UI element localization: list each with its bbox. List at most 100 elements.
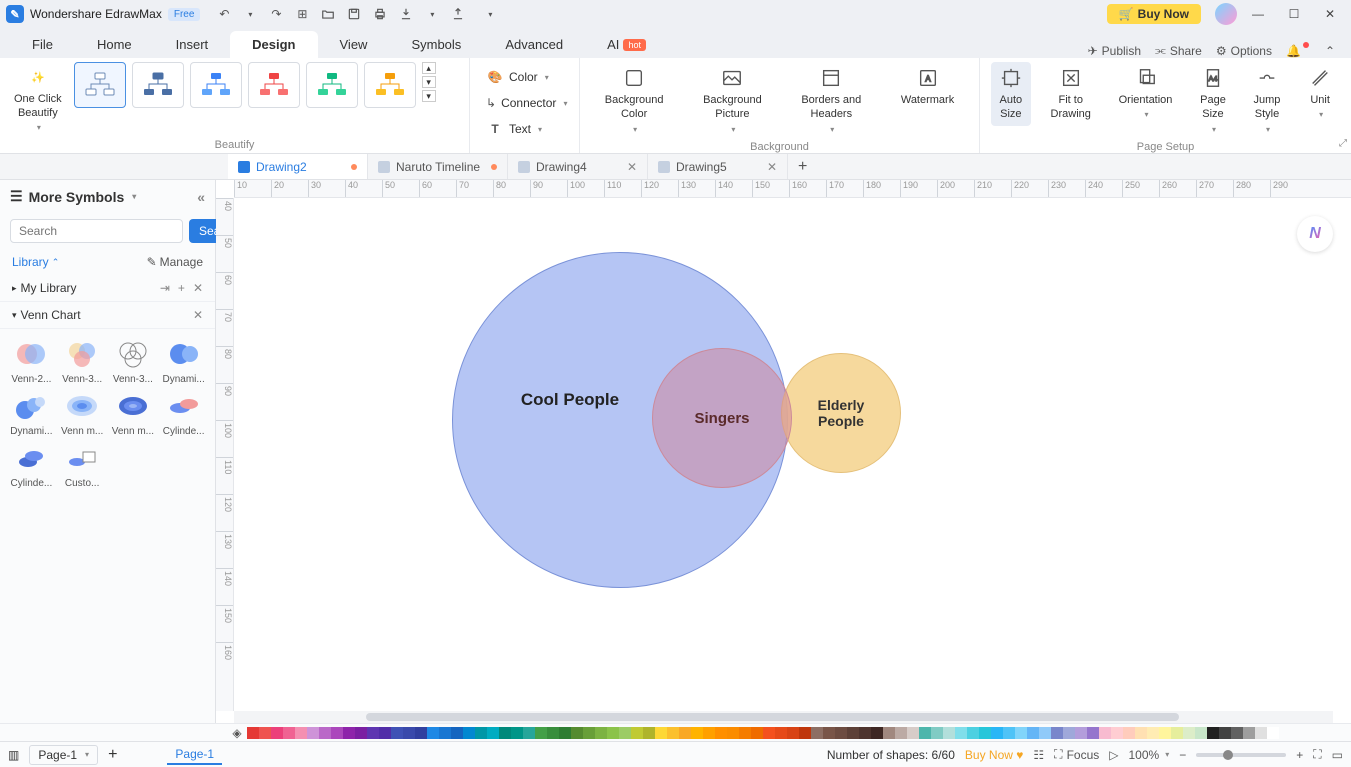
- venn-item-2[interactable]: Venn-3...: [59, 337, 106, 385]
- maximize-icon[interactable]: ☐: [1279, 3, 1309, 25]
- fit-page-icon[interactable]: ⛶: [1313, 747, 1321, 762]
- color-swatch[interactable]: [415, 727, 427, 739]
- color-swatch[interactable]: [1195, 727, 1207, 739]
- collapse-panel-icon[interactable]: «: [197, 189, 205, 205]
- color-swatch[interactable]: [1003, 727, 1015, 739]
- color-swatch[interactable]: [271, 727, 283, 739]
- color-swatch[interactable]: [883, 727, 895, 739]
- pages-icon[interactable]: ▥: [8, 748, 19, 762]
- color-swatch[interactable]: [1015, 727, 1027, 739]
- color-swatch[interactable]: [403, 727, 415, 739]
- collapse-ribbon-icon[interactable]: ⌃: [1325, 44, 1335, 58]
- theme-6[interactable]: [364, 62, 416, 108]
- buy-now-button[interactable]: 🛒Buy Now: [1107, 4, 1201, 24]
- orientation-button[interactable]: Orientation▾: [1111, 62, 1181, 125]
- close-tab-icon[interactable]: ✕: [627, 160, 637, 174]
- color-swatch[interactable]: [1159, 727, 1171, 739]
- color-swatch[interactable]: [1207, 727, 1219, 739]
- venn-item-5[interactable]: Dynami...: [8, 389, 55, 437]
- color-swatch[interactable]: [451, 727, 463, 739]
- color-swatch[interactable]: [739, 727, 751, 739]
- zoom-slider[interactable]: [1196, 753, 1286, 757]
- color-swatch[interactable]: [655, 727, 667, 739]
- color-swatch[interactable]: [1111, 727, 1123, 739]
- theme-next-icon[interactable]: ▾: [422, 76, 436, 88]
- zoom-level[interactable]: 100%▾: [1129, 748, 1170, 762]
- color-swatch[interactable]: [1231, 727, 1243, 739]
- color-swatch[interactable]: [1027, 727, 1039, 739]
- color-swatch[interactable]: [727, 727, 739, 739]
- color-swatch[interactable]: [1243, 727, 1255, 739]
- venn-item-1[interactable]: Venn-2...: [8, 337, 55, 385]
- theme-1[interactable]: [74, 62, 126, 108]
- page-size-button[interactable]: A4Page Size▾: [1192, 62, 1234, 139]
- color-swatch[interactable]: [1087, 727, 1099, 739]
- color-swatch[interactable]: [679, 727, 691, 739]
- bg-picture-button[interactable]: Background Picture▾: [695, 62, 770, 139]
- color-swatch[interactable]: [367, 727, 379, 739]
- venn-item-7[interactable]: Venn m...: [110, 389, 157, 437]
- notifications-button[interactable]: 🔔: [1286, 44, 1311, 58]
- watermark-button[interactable]: AWatermark: [893, 62, 962, 111]
- color-swatch[interactable]: [1255, 727, 1267, 739]
- tab-symbols[interactable]: Symbols: [389, 31, 483, 58]
- theme-3[interactable]: [190, 62, 242, 108]
- my-library-section[interactable]: ▸ My Library ⇥+✕: [0, 275, 215, 302]
- color-swatch[interactable]: [1171, 727, 1183, 739]
- page-tab[interactable]: Page-1: [167, 745, 222, 765]
- color-swatch[interactable]: [871, 727, 883, 739]
- color-swatch[interactable]: [259, 727, 271, 739]
- color-swatch[interactable]: [583, 727, 595, 739]
- color-swatch[interactable]: [775, 727, 787, 739]
- add-tab-button[interactable]: +: [788, 158, 817, 176]
- venn-item-3[interactable]: Venn-3...: [110, 337, 157, 385]
- save-icon[interactable]: [346, 6, 362, 22]
- focus-button[interactable]: ⛶Focus: [1054, 747, 1099, 762]
- color-swatch[interactable]: [1267, 727, 1279, 739]
- color-swatch[interactable]: [1051, 727, 1063, 739]
- color-swatch[interactable]: [991, 727, 1003, 739]
- doc-tab-drawing2[interactable]: Drawing2: [228, 154, 368, 179]
- theme-2[interactable]: [132, 62, 184, 108]
- color-swatch[interactable]: [247, 727, 259, 739]
- color-swatch[interactable]: [811, 727, 823, 739]
- color-swatch[interactable]: [427, 727, 439, 739]
- options-button[interactable]: ⚙Options: [1216, 44, 1272, 58]
- tab-view[interactable]: View: [318, 31, 390, 58]
- color-swatch[interactable]: [1099, 727, 1111, 739]
- color-swatch[interactable]: [1147, 727, 1159, 739]
- color-swatch[interactable]: [715, 727, 727, 739]
- publish-button[interactable]: ✈Publish: [1088, 44, 1141, 58]
- close-lib-icon[interactable]: ✕: [193, 281, 203, 295]
- color-swatch[interactable]: [835, 727, 847, 739]
- bg-color-button[interactable]: Background Color▾: [597, 62, 672, 139]
- export-dropdown-icon[interactable]: ▾: [424, 6, 440, 22]
- jump-style-button[interactable]: Jump Style▾: [1246, 62, 1289, 139]
- ai-assistant-icon[interactable]: N: [1297, 216, 1333, 252]
- theme-5[interactable]: [306, 62, 358, 108]
- color-swatch[interactable]: [379, 727, 391, 739]
- share-button[interactable]: ⫘Share: [1155, 43, 1202, 58]
- tab-ai[interactable]: AIhot: [585, 31, 668, 58]
- color-button[interactable]: 🎨Color▾: [482, 66, 567, 88]
- close-section-icon[interactable]: ✕: [193, 308, 203, 322]
- export-icon[interactable]: [398, 6, 414, 22]
- more-symbols-label[interactable]: More Symbols: [29, 189, 125, 205]
- auto-size-button[interactable]: Auto Size: [991, 62, 1031, 126]
- color-swatch[interactable]: [631, 727, 643, 739]
- color-swatch[interactable]: [499, 727, 511, 739]
- color-swatch[interactable]: [799, 727, 811, 739]
- manage-link[interactable]: ✎Manage: [147, 255, 203, 269]
- tab-file[interactable]: File: [10, 31, 75, 58]
- text-button[interactable]: TText▾: [482, 118, 567, 140]
- unit-button[interactable]: Unit▾: [1300, 62, 1340, 125]
- open-icon[interactable]: [320, 6, 336, 22]
- search-input[interactable]: [10, 219, 183, 243]
- venn-section[interactable]: ▾ Venn Chart ✕: [0, 302, 215, 329]
- color-swatch[interactable]: [691, 727, 703, 739]
- color-swatch[interactable]: [787, 727, 799, 739]
- color-swatch[interactable]: [355, 727, 367, 739]
- color-swatch[interactable]: [283, 727, 295, 739]
- tab-home[interactable]: Home: [75, 31, 154, 58]
- present-icon[interactable]: ▷: [1109, 748, 1118, 762]
